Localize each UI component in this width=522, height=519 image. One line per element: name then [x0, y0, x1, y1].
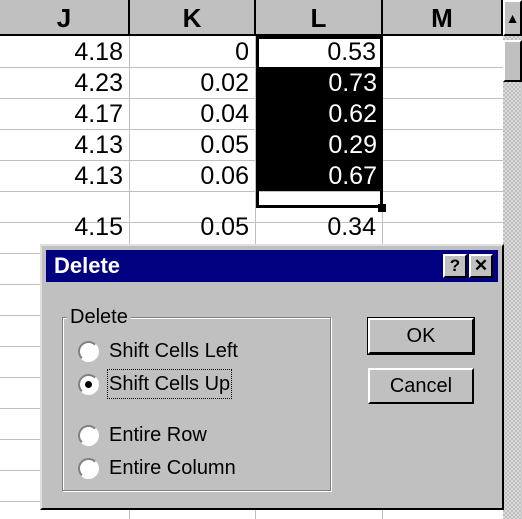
dialog-title-bar[interactable]: Delete ? ✕ — [46, 250, 498, 282]
group-label: Delete — [67, 306, 131, 328]
cell-k2[interactable]: 0.02 — [130, 67, 255, 98]
radio-button-selected[interactable] — [78, 374, 99, 395]
cell-j1[interactable]: 4.18 — [0, 36, 129, 67]
cell-k6[interactable]: 0.05 — [130, 211, 255, 242]
close-button[interactable]: ✕ — [469, 254, 493, 278]
column-header-l[interactable]: L — [256, 0, 383, 36]
option-label: Shift Cells Up — [106, 369, 233, 399]
close-icon: ✕ — [473, 256, 489, 275]
fill-handle[interactable] — [378, 204, 386, 212]
help-icon: ? — [449, 256, 461, 275]
option-label: Shift Cells Left — [109, 340, 238, 362]
option-label: Entire Column — [109, 457, 236, 479]
cell-j2[interactable]: 4.23 — [0, 67, 129, 98]
cell-k1[interactable]: 0 — [130, 36, 255, 67]
cell-l5[interactable]: 0.67 — [256, 160, 383, 191]
cell-j6[interactable]: 4.15 — [0, 211, 129, 242]
vertical-scrollbar[interactable]: ▲ — [503, 0, 522, 519]
option-label: Entire Row — [109, 424, 207, 446]
column-header-m[interactable]: M — [383, 0, 503, 36]
cell-j3[interactable]: 4.17 — [0, 98, 129, 129]
scroll-up-button[interactable]: ▲ — [503, 0, 522, 36]
column-header-k[interactable]: K — [130, 0, 256, 36]
cell-k5[interactable]: 0.06 — [130, 160, 255, 191]
cell-l6[interactable]: 0.34 — [256, 211, 382, 242]
cancel-button[interactable]: Cancel — [368, 368, 474, 404]
up-arrow-icon: ▲ — [505, 10, 520, 26]
cell-k3[interactable]: 0.04 — [130, 98, 255, 129]
dialog-title: Delete — [54, 253, 121, 278]
delete-dialog: Delete ? ✕ Delete Shift Cells Left Shift… — [40, 244, 504, 510]
ok-button[interactable]: OK — [367, 317, 475, 355]
radio-button[interactable] — [78, 458, 99, 479]
cell-l4[interactable]: 0.29 — [256, 129, 383, 160]
help-button[interactable]: ? — [443, 254, 467, 278]
cell-k4[interactable]: 0.05 — [130, 129, 255, 160]
column-header-j[interactable]: J — [0, 0, 130, 36]
cell-j5[interactable]: 4.13 — [0, 160, 129, 191]
cell-l1[interactable]: 0.53 — [256, 36, 382, 67]
scroll-thumb[interactable] — [503, 40, 522, 82]
cell-l2[interactable]: 0.73 — [256, 67, 383, 98]
radio-button[interactable] — [78, 341, 99, 362]
cell-l3[interactable]: 0.62 — [256, 98, 383, 129]
cell-j4[interactable]: 4.13 — [0, 129, 129, 160]
radio-button[interactable] — [78, 425, 99, 446]
gridline — [0, 191, 503, 192]
